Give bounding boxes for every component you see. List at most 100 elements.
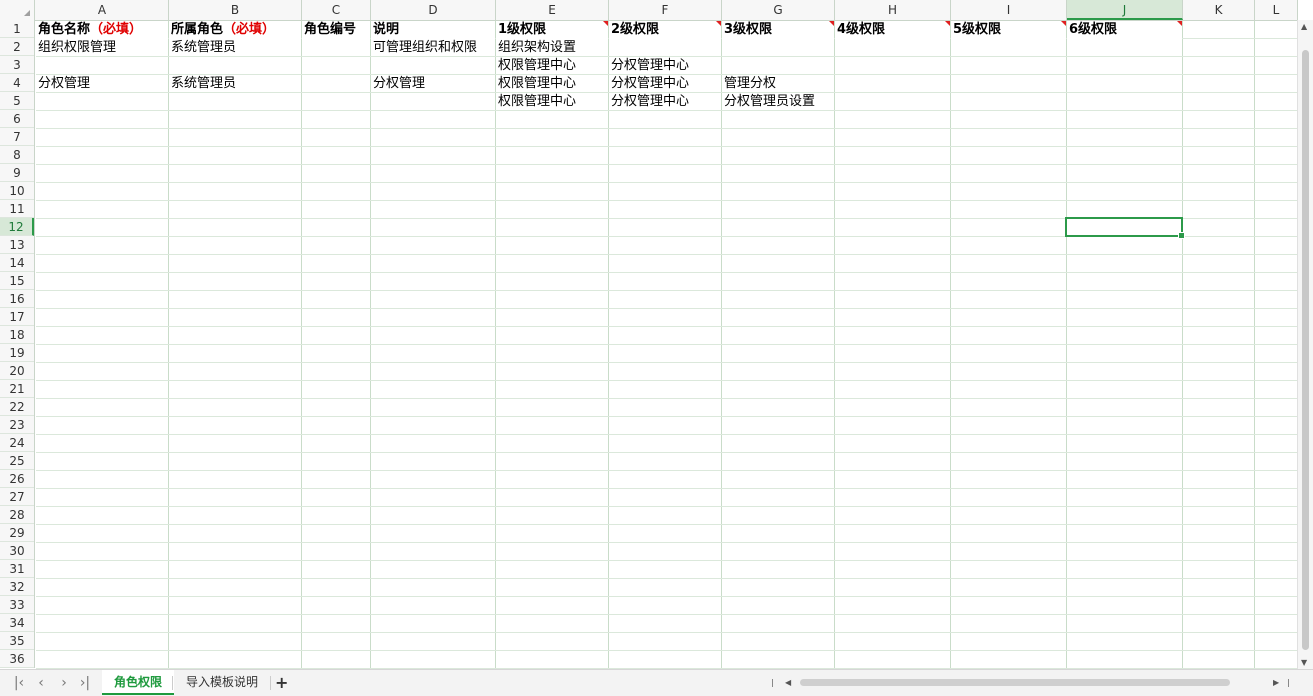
vertical-scrollbar[interactable]: ▲ ▼ (1297, 20, 1313, 669)
column-header-f[interactable]: F (609, 0, 722, 20)
cell-f3[interactable]: 分权管理中心 (609, 57, 721, 75)
row-header-5[interactable]: 5 (0, 92, 34, 110)
row-header-30[interactable]: 30 (0, 542, 34, 560)
select-all-corner[interactable] (0, 0, 35, 20)
prev-sheet-icon[interactable]: ‹ (33, 674, 49, 692)
fill-handle[interactable] (1178, 232, 1185, 239)
row-header-19[interactable]: 19 (0, 344, 34, 362)
row-header-14[interactable]: 14 (0, 254, 34, 272)
vertical-scroll-thumb[interactable] (1302, 50, 1309, 650)
comment-indicator-icon[interactable] (1177, 21, 1182, 26)
header-cell-level-1-permission[interactable]: 1级权限 (496, 21, 608, 39)
row-header-13[interactable]: 13 (0, 236, 34, 254)
cell-e3[interactable]: 权限管理中心 (496, 57, 608, 75)
comment-indicator-icon[interactable] (1061, 21, 1066, 26)
cell-d2[interactable]: 可管理组织和权限 (371, 39, 495, 57)
cell-e2[interactable]: 组织架构设置 (496, 39, 608, 57)
cell-e4[interactable]: 权限管理中心 (496, 75, 608, 93)
header-cell-role-code[interactable]: 角色编号 (302, 21, 370, 39)
column-header-l[interactable]: L (1255, 0, 1298, 20)
column-header-h[interactable]: H (835, 0, 951, 20)
row-header-8[interactable]: 8 (0, 146, 34, 164)
row-header-6[interactable]: 6 (0, 110, 34, 128)
column-header-c[interactable]: C (302, 0, 371, 20)
row-header-18[interactable]: 18 (0, 326, 34, 344)
cell-area[interactable]: 角色名称（必填） 所属角色（必填） 角色编号 说明 1级权限 2级权限 3级权限 4级权限 5级… (36, 21, 1298, 669)
cell-d4[interactable]: 分权管理 (371, 75, 495, 93)
column-header-k[interactable]: K (1183, 0, 1255, 20)
horizontal-scroll-thumb[interactable] (800, 679, 1230, 686)
header-cell-parent-role[interactable]: 所属角色（必填） (169, 21, 301, 39)
scroll-left-icon[interactable]: ◀ (785, 676, 791, 690)
scroll-right-icon[interactable]: ▶ (1273, 676, 1279, 690)
column-header-b[interactable]: B (169, 0, 302, 20)
scroll-split-right-icon[interactable]: | (1287, 676, 1290, 690)
row-header-33[interactable]: 33 (0, 596, 34, 614)
cell-g5[interactable]: 分权管理员设置 (722, 93, 834, 111)
column-header-j[interactable]: J (1067, 0, 1183, 20)
row-header-20[interactable]: 20 (0, 362, 34, 380)
row-header-28[interactable]: 28 (0, 506, 34, 524)
row-header-22[interactable]: 22 (0, 398, 34, 416)
scroll-up-icon[interactable]: ▲ (1301, 22, 1307, 31)
row-header-16[interactable]: 16 (0, 290, 34, 308)
column-header-d[interactable]: D (371, 0, 496, 20)
row-header-2[interactable]: 2 (0, 38, 34, 56)
header-cell-level-5-permission[interactable]: 5级权限 (951, 21, 1066, 39)
header-cell-description[interactable]: 说明 (371, 21, 495, 39)
row-header-26[interactable]: 26 (0, 470, 34, 488)
header-cell-level-6-permission[interactable]: 6级权限 (1067, 21, 1182, 39)
row-header-11[interactable]: 11 (0, 200, 34, 218)
comment-indicator-icon[interactable] (603, 21, 608, 26)
row-header-21[interactable]: 21 (0, 380, 34, 398)
add-sheet-button[interactable]: + (275, 670, 288, 695)
row-header-15[interactable]: 15 (0, 272, 34, 290)
row-header-31[interactable]: 31 (0, 560, 34, 578)
cell-b2[interactable]: 系统管理员 (169, 39, 301, 57)
row-header-29[interactable]: 29 (0, 524, 34, 542)
horizontal-scrollbar[interactable]: | ◀ ▶ | (771, 676, 1290, 690)
active-cell-selection[interactable] (1065, 217, 1185, 239)
cell-f4[interactable]: 分权管理中心 (609, 75, 721, 93)
row-header-23[interactable]: 23 (0, 416, 34, 434)
row-header-12[interactable]: 12 (0, 218, 34, 236)
row-header-7[interactable]: 7 (0, 128, 34, 146)
scroll-down-icon[interactable]: ▼ (1301, 658, 1307, 667)
column-header-a[interactable]: A (36, 0, 169, 20)
column-header-i[interactable]: I (951, 0, 1067, 20)
header-cell-role-name[interactable]: 角色名称（必填） (36, 21, 168, 39)
row-header-25[interactable]: 25 (0, 452, 34, 470)
cell-g4[interactable]: 管理分权 (722, 75, 834, 93)
scroll-split-icon[interactable]: | (771, 676, 774, 690)
row-header-1[interactable]: 1 (0, 20, 34, 38)
row-header-35[interactable]: 35 (0, 632, 34, 650)
row-header-27[interactable]: 27 (0, 488, 34, 506)
row-header-4[interactable]: 4 (0, 74, 34, 92)
comment-indicator-icon[interactable] (716, 21, 721, 26)
sheet-tab-import-template[interactable]: 导入模板说明 (174, 670, 270, 695)
column-header-g[interactable]: G (722, 0, 835, 20)
row-header-32[interactable]: 32 (0, 578, 34, 596)
row-header-34[interactable]: 34 (0, 614, 34, 632)
cell-a4[interactable]: 分权管理 (36, 75, 168, 93)
comment-indicator-icon[interactable] (829, 21, 834, 26)
row-header-24[interactable]: 24 (0, 434, 34, 452)
row-header-36[interactable]: 36 (0, 650, 34, 668)
sheet-tab-role-permissions[interactable]: 角色权限 (102, 670, 175, 695)
column-header-e[interactable]: E (496, 0, 609, 20)
row-header-17[interactable]: 17 (0, 308, 34, 326)
header-cell-level-3-permission[interactable]: 3级权限 (722, 21, 834, 39)
first-sheet-icon[interactable]: |‹ (11, 674, 27, 692)
header-cell-level-4-permission[interactable]: 4级权限 (835, 21, 950, 39)
row-header-10[interactable]: 10 (0, 182, 34, 200)
header-cell-level-2-permission[interactable]: 2级权限 (609, 21, 721, 39)
comment-indicator-icon[interactable] (945, 21, 950, 26)
last-sheet-icon[interactable]: ›| (77, 674, 93, 692)
row-header-9[interactable]: 9 (0, 164, 34, 182)
row-header-3[interactable]: 3 (0, 56, 34, 74)
cell-b4[interactable]: 系统管理员 (169, 75, 301, 93)
cell-a2[interactable]: 组织权限管理 (36, 39, 168, 57)
cell-e5[interactable]: 权限管理中心 (496, 93, 608, 111)
next-sheet-icon[interactable]: › (56, 674, 72, 692)
cell-f5[interactable]: 分权管理中心 (609, 93, 721, 111)
